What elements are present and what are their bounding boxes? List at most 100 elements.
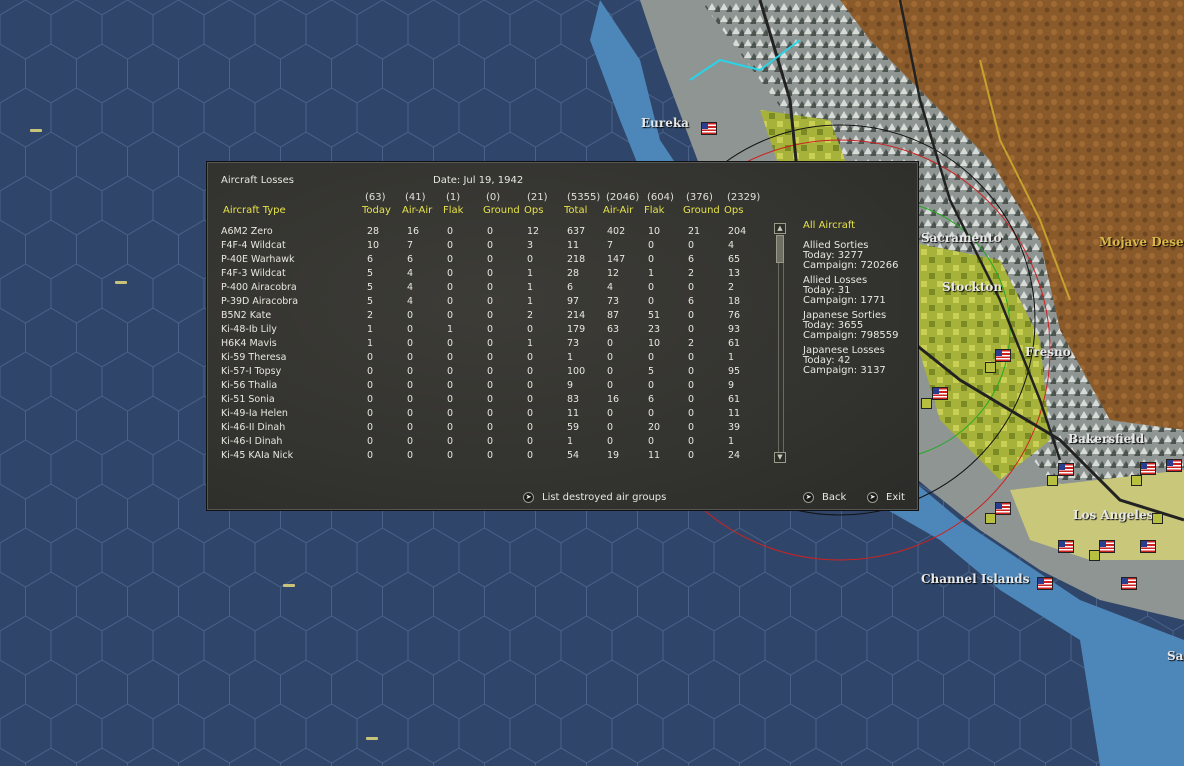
table-row[interactable]: H6K4 Mavis 1 0 0 0 1 73 0 10 2 61	[221, 337, 768, 351]
table-row[interactable]: F4F-3 Wildcat 5 4 0 0 1 28 12 1 2 13	[221, 267, 768, 281]
unit-icon[interactable]	[985, 362, 996, 373]
loss-value-cell: 59	[567, 422, 580, 433]
table-row[interactable]: B5N2 Kate 2 0 0 0 2 214 87 51 0 76	[221, 309, 768, 323]
aircraft-losses-dialog: Aircraft Losses Date: Jul 19, 1942 (63) T…	[206, 161, 919, 511]
us-flag-icon[interactable]	[995, 502, 1011, 515]
table-row[interactable]: Ki-46-II Dinah 0 0 0 0 0 59 0 20 0 39	[221, 421, 768, 435]
unit-icon[interactable]	[1089, 550, 1100, 561]
loss-value-cell: 4	[407, 268, 414, 279]
loss-value-cell: 7	[407, 240, 414, 251]
loss-value-cell: 5	[367, 282, 374, 293]
unit-icon[interactable]	[1152, 513, 1163, 524]
table-row[interactable]: Ki-51 Sonia 0 0 0 0 0 83 16 6 0 61	[221, 393, 768, 407]
loss-value-cell: 0	[487, 282, 494, 293]
table-row[interactable]: Ki-57-I Topsy 0 0 0 0 0 100 0 5 0 95	[221, 365, 768, 379]
loss-value-cell: 0	[367, 380, 374, 391]
loss-value-cell: 19	[607, 450, 620, 461]
loss-value-cell: 0	[648, 408, 655, 419]
list-destroyed-air-groups-button[interactable]: ➤ List destroyed air groups	[523, 492, 666, 503]
aircraft-name-cell: Ki-48-Ib Lily	[221, 324, 277, 335]
us-flag-icon[interactable]	[1058, 463, 1074, 476]
exit-button[interactable]: ➤ Exit	[867, 492, 905, 503]
scroll-down-icon[interactable]: ▼	[774, 452, 786, 463]
loss-value-cell: 0	[367, 422, 374, 433]
loss-value-cell: 87	[607, 310, 620, 321]
loss-value-cell: 0	[648, 282, 655, 293]
loss-value-cell: 0	[527, 324, 534, 335]
table-row[interactable]: F4F-4 Wildcat 10 7 0 0 3 11 7 0 0 4	[221, 239, 768, 253]
map-label-sacramento: Sacramento	[921, 231, 1002, 245]
us-flag-icon[interactable]	[1099, 540, 1115, 553]
loss-value-cell: 0	[447, 254, 454, 265]
us-flag-icon[interactable]	[1140, 462, 1156, 475]
loss-value-cell: 5	[367, 296, 374, 307]
loss-value-cell: 28	[567, 268, 580, 279]
table-row[interactable]: Ki-49-Ia Helen 0 0 0 0 0 11 0 0 0 11	[221, 407, 768, 421]
loss-value-cell: 2	[688, 268, 695, 279]
loss-value-cell: 0	[607, 366, 614, 377]
aircraft-name-cell: B5N2 Kate	[221, 310, 272, 321]
us-flag-icon[interactable]	[1058, 540, 1074, 553]
scroll-up-icon[interactable]: ▲	[774, 223, 786, 234]
ship-icon[interactable]	[366, 737, 378, 740]
table-row[interactable]: A6M2 Zero 28 16 0 0 12 637 402 10 21 204	[221, 225, 768, 239]
loss-value-cell: 63	[607, 324, 620, 335]
table-row[interactable]: Ki-56 Thalia 0 0 0 0 0 9 0 0 0 9	[221, 379, 768, 393]
us-flag-icon[interactable]	[932, 387, 948, 400]
table-row[interactable]: P-39D Airacobra 5 4 0 0 1 97 73 0 6 18	[221, 295, 768, 309]
back-button[interactable]: ➤ Back	[803, 492, 846, 503]
map-label-eureka: Eureka	[641, 116, 689, 130]
ship-icon[interactable]	[115, 281, 127, 284]
table-row[interactable]: P-40E Warhawk 6 6 0 0 0 218 147 0 6 65	[221, 253, 768, 267]
filter-all-aircraft[interactable]: All Aircraft	[803, 221, 855, 231]
unit-icon[interactable]	[1131, 475, 1142, 486]
arrow-right-icon: ➤	[523, 492, 534, 503]
scroll-track[interactable]	[778, 235, 784, 453]
us-flag-icon[interactable]	[995, 349, 1011, 362]
loss-value-cell: 0	[407, 394, 414, 405]
loss-value-cell: 21	[688, 226, 701, 237]
unit-icon[interactable]	[1047, 475, 1058, 486]
table-scrollbar[interactable]: ▲ ▼	[774, 223, 786, 463]
loss-value-cell: 0	[688, 422, 695, 433]
us-flag-icon[interactable]	[1121, 577, 1137, 590]
us-flag-icon[interactable]	[1037, 577, 1053, 590]
us-flag-icon[interactable]	[1140, 540, 1156, 553]
today-total-header: (41)	[405, 192, 426, 203]
us-flag-icon[interactable]	[1166, 459, 1182, 472]
loss-value-cell: 1	[367, 324, 374, 335]
map-label-mojave-desert: Mojave Desert	[1099, 235, 1184, 249]
loss-value-cell: 73	[607, 296, 620, 307]
table-row[interactable]: Ki-46-I Dinah 0 0 0 0 0 1 0 0 0 1	[221, 435, 768, 449]
loss-value-cell: 0	[688, 394, 695, 405]
loss-value-cell: 0	[447, 394, 454, 405]
loss-value-cell: 54	[567, 450, 580, 461]
table-row[interactable]: Ki-59 Theresa 0 0 0 0 0 1 0 0 0 1	[221, 351, 768, 365]
loss-value-cell: 0	[487, 380, 494, 391]
loss-value-cell: 2	[527, 310, 534, 321]
loss-value-cell: 61	[728, 394, 741, 405]
table-row[interactable]: Ki-48-Ib Lily 1 0 1 0 0 179 63 23 0 93	[221, 323, 768, 337]
loss-value-cell: 0	[648, 380, 655, 391]
unit-icon[interactable]	[921, 398, 932, 409]
ship-icon[interactable]	[30, 129, 42, 132]
loss-value-cell: 4	[728, 240, 735, 251]
ship-icon[interactable]	[283, 584, 295, 587]
loss-value-cell: 18	[728, 296, 741, 307]
scroll-thumb[interactable]	[776, 235, 784, 263]
loss-value-cell: 0	[527, 380, 534, 391]
loss-value-cell: 0	[607, 380, 614, 391]
japanese-losses-campaign: Campaign: 3137	[803, 365, 886, 376]
unit-icon[interactable]	[985, 513, 996, 524]
table-row[interactable]: P-400 Airacobra 5 4 0 0 1 6 4 0 0 2	[221, 281, 768, 295]
loss-value-cell: 11	[728, 408, 741, 419]
us-flag-icon[interactable]	[701, 122, 717, 135]
loss-value-cell: 93	[728, 324, 741, 335]
loss-value-cell: 0	[487, 338, 494, 349]
loss-value-cell: 0	[447, 240, 454, 251]
loss-value-cell: 0	[527, 254, 534, 265]
loss-value-cell: 10	[648, 226, 661, 237]
table-row[interactable]: Ki-45 KAIa Nick 0 0 0 0 0 54 19 11 0 24	[221, 449, 768, 463]
aircraft-name-cell: F4F-3 Wildcat	[221, 268, 286, 279]
loss-value-cell: 1	[527, 268, 534, 279]
